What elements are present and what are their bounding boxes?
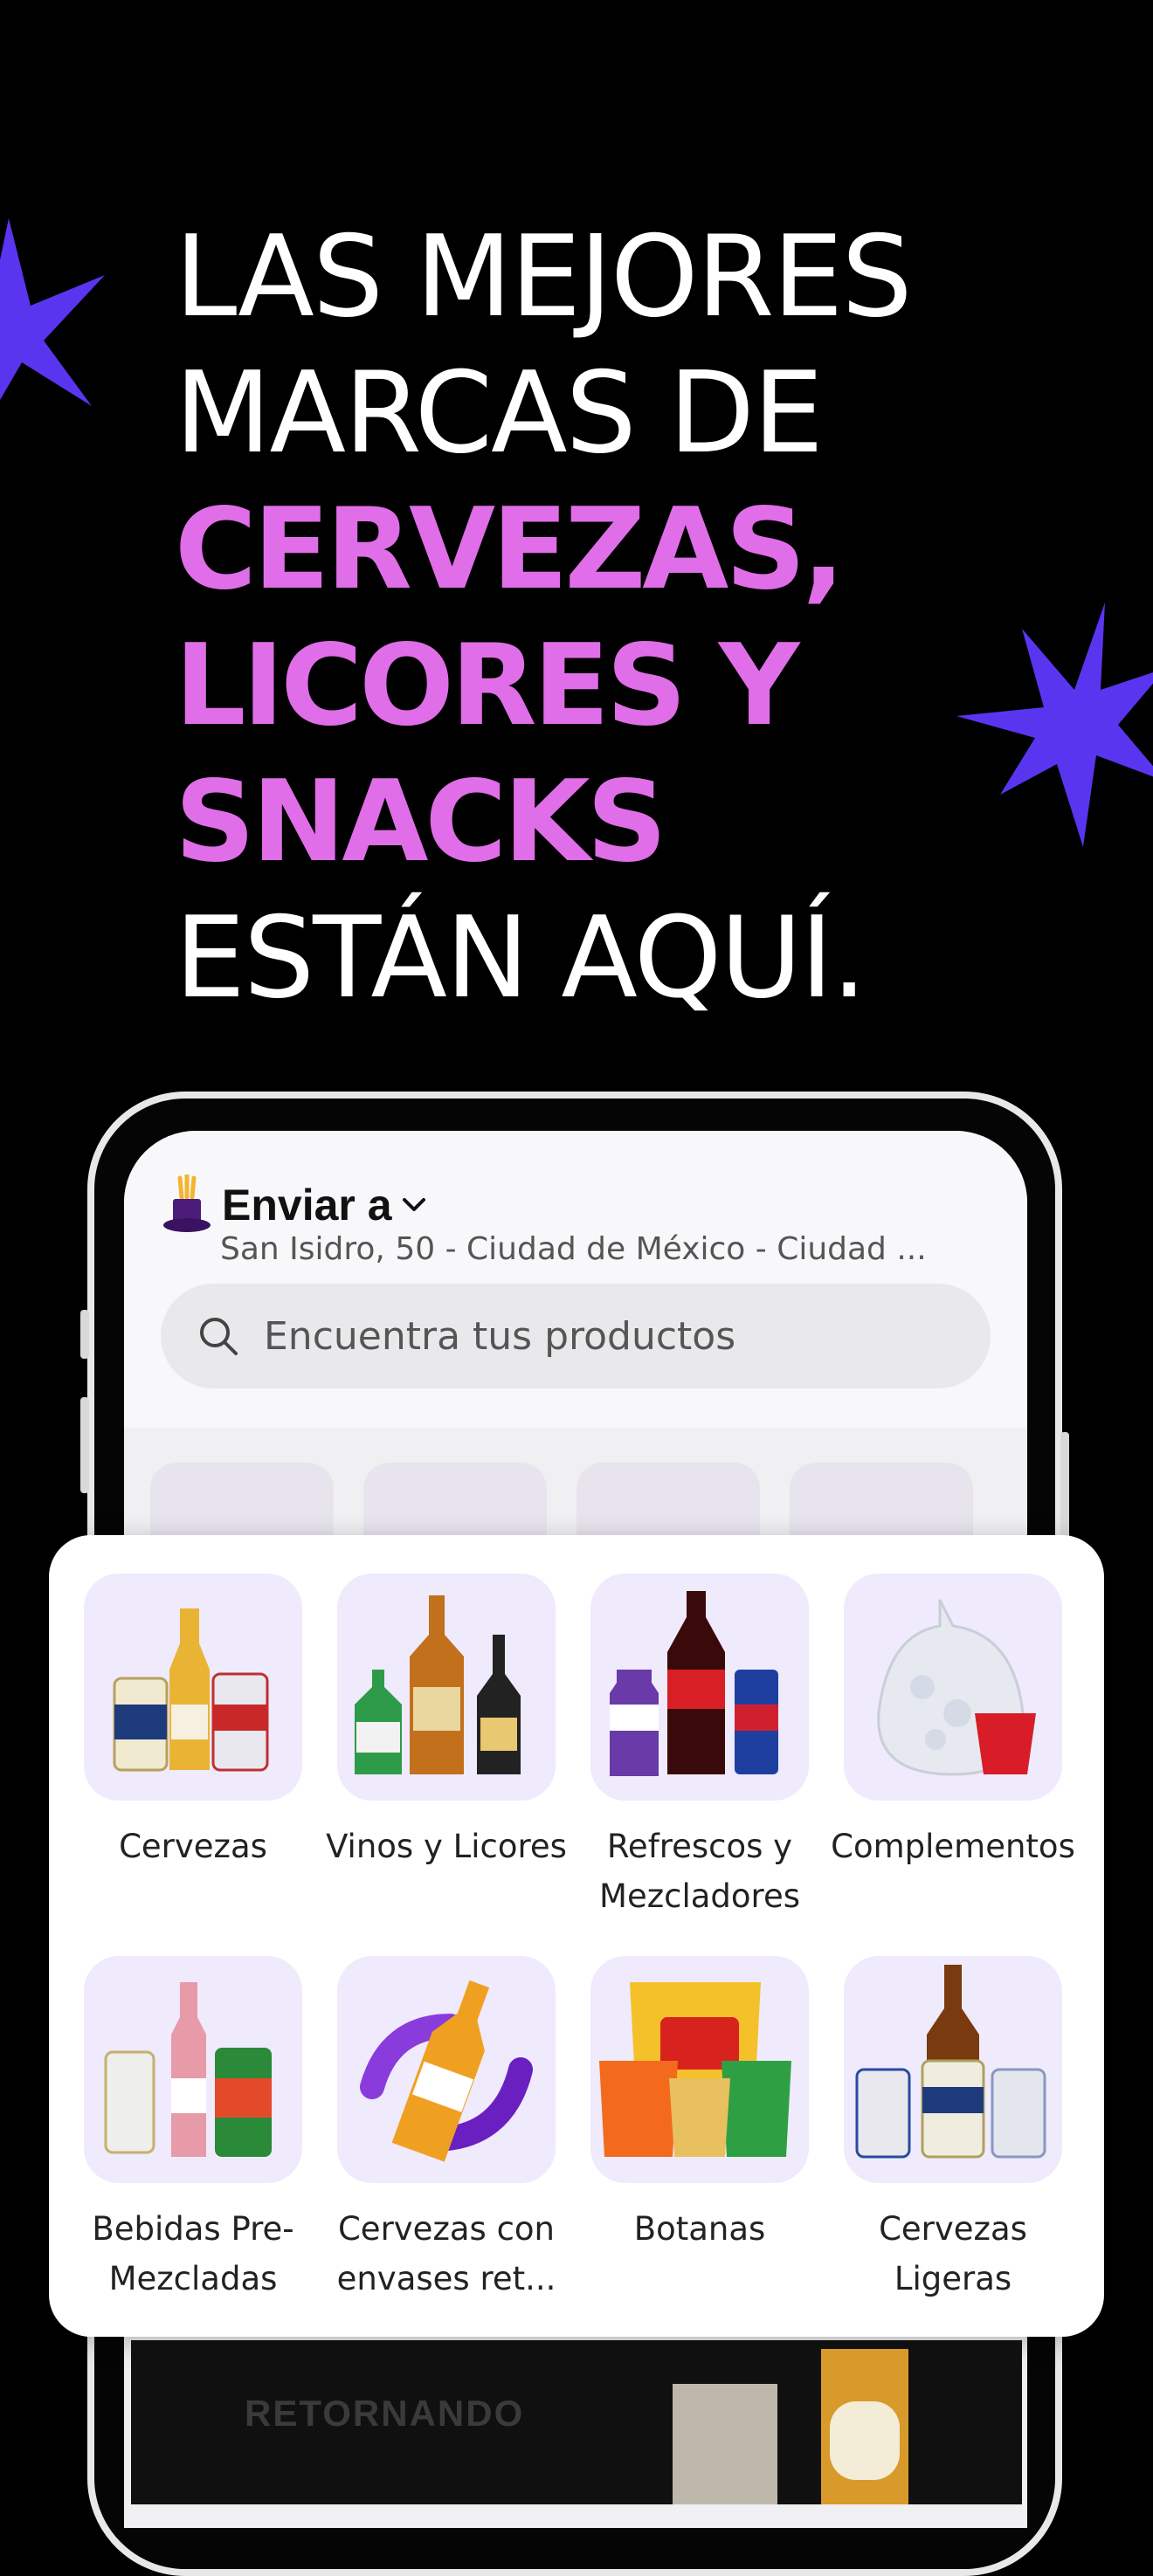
magic-hat-icon <box>163 1174 211 1232</box>
category-label: Botanas <box>633 2210 766 2248</box>
category-item-complementos[interactable]: Complementos <box>831 1574 1075 1921</box>
phone-side-button <box>80 1310 89 1359</box>
category-grid: Cervezas Vinos y Licores Refrescos y Mez… <box>84 1574 1080 2304</box>
category-label: Bebidas Pre-Mezcladas <box>92 2210 294 2297</box>
category-label: Cervezas con envases ret... <box>336 2210 556 2297</box>
category-item-refrescos[interactable]: Refrescos y Mezcladores <box>590 1574 809 1921</box>
category-item-cervezas[interactable]: Cervezas <box>84 1574 302 1921</box>
star-left-icon <box>0 218 105 406</box>
returnable-bottle-image <box>337 1956 556 2183</box>
chevron-down-icon <box>402 1198 425 1211</box>
delivery-label: Enviar a <box>222 1181 392 1229</box>
category-item-vinos-licores[interactable]: Vinos y Licores <box>326 1574 567 1921</box>
category-item-cervezas-ligeras[interactable]: Cervezas Ligeras <box>844 1956 1062 2304</box>
category-label: Cervezas <box>119 1828 267 1865</box>
promo-text: RETORNANDO <box>245 2393 525 2434</box>
phone-volume-button <box>80 1397 89 1493</box>
headline-line-3: CERVEZAS, <box>175 485 845 615</box>
ice-bag-cup-image <box>844 1574 1062 1801</box>
category-item-botanas[interactable]: Botanas <box>590 1956 809 2304</box>
light-beer-image <box>844 1956 1062 2183</box>
headline-line-6: ESTÁN AQUÍ. <box>175 893 867 1023</box>
category-card: Cervezas Vinos y Licores Refrescos y Mez… <box>49 1535 1104 2337</box>
headline-line-1: LAS MEJORES <box>175 212 913 342</box>
category-label: Vinos y Licores <box>326 1828 567 1865</box>
headline-line-5: SNACKS <box>175 757 667 887</box>
search-placeholder: Encuentra tus productos <box>264 1313 736 1359</box>
beer-cans-image <box>84 1574 302 1801</box>
headline-line-2: MARCAS DE <box>175 348 824 479</box>
headline: LAS MEJORES MARCAS DE CERVEZAS, LICORES … <box>175 210 1101 1027</box>
category-label: Cervezas Ligeras <box>879 2210 1027 2297</box>
soda-bottles-image <box>590 1574 809 1801</box>
delivery-address[interactable]: San Isidro, 50 - Ciudad de México - Ciud… <box>220 1231 989 1267</box>
category-label: Complementos <box>831 1828 1075 1865</box>
beer-bottle-image <box>673 2349 908 2504</box>
search-icon <box>200 1318 238 1355</box>
delivery-selector[interactable]: Enviar a <box>162 1174 429 1236</box>
search-bar[interactable]: Encuentra tus productos <box>161 1284 991 1388</box>
headline-line-4: LICORES Y <box>175 621 799 751</box>
premixed-cans-image <box>84 1956 302 2183</box>
snack-bags-image <box>590 1956 809 2183</box>
category-item-envases-retornables[interactable]: Cervezas con envases ret... <box>337 1956 556 2304</box>
promo-banner-peek: RETORNANDO <box>131 2340 1022 2504</box>
liquor-bottles-image <box>337 1574 556 1801</box>
category-item-bebidas-premezcladas[interactable]: Bebidas Pre-Mezcladas <box>84 1956 302 2304</box>
category-label: Refrescos y Mezcladores <box>599 1828 800 1915</box>
